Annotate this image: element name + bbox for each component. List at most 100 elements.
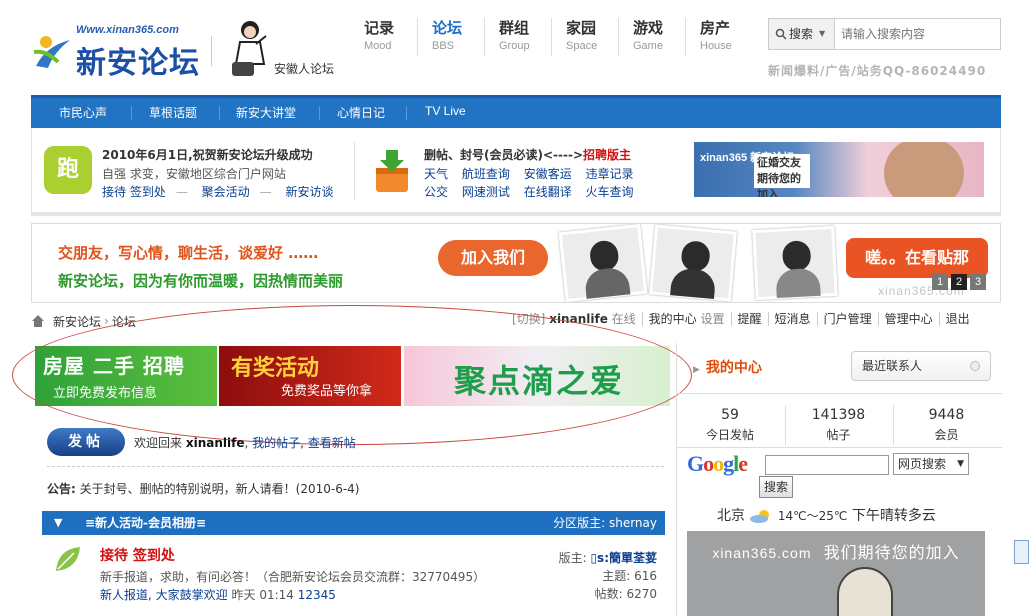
notice-links-2a: 天气 航班查询 安徽客运 违章记录 [424,165,644,182]
portal-admin-link[interactable]: 门户管理 [816,312,878,326]
classifieds-ad-tile[interactable]: 房屋 二手 招聘 立即免费发布信息 [35,346,217,406]
link-coach[interactable]: 安徽客运 [524,167,572,181]
link-meetup[interactable]: 聚会活动 [202,185,250,199]
topnav-house[interactable]: 房产 House [685,18,752,56]
google-search-button[interactable]: 搜索 [759,476,793,498]
section-title: ≡新人活动-会员相册≡ [85,516,207,530]
topnav-mood[interactable]: 记录 Mood [350,18,417,56]
username[interactable]: xinanlife [549,312,608,326]
topnav-group-cn: 群组 [499,19,530,37]
link-dash: — [259,185,272,199]
topnav-bbs[interactable]: 论坛 BBS [417,18,484,56]
search-input[interactable] [835,19,1000,49]
link-checkin[interactable]: 接待 签到处 [102,185,166,199]
section-moderator[interactable]: 分区版主: shernay [553,511,657,535]
site-logo[interactable]: Www.xinan365.com 新安论坛 [32,22,212,80]
banner-photo [558,224,648,302]
reminder-link[interactable]: 提醒 [730,312,768,326]
search-type-select[interactable]: 搜索 ▼ [769,19,835,49]
google-select-label: 网页搜索 [898,457,947,471]
stat-value: 141398 [811,407,866,423]
home-icon[interactable] [31,314,45,328]
announce-label: 公告: [47,482,76,496]
topnav-space[interactable]: 家园 Space [551,18,618,56]
search-type-label: 搜索 [789,27,814,41]
cloud-sun-icon [750,510,770,523]
topnav-game[interactable]: 游戏 Game [618,18,685,56]
weather-desc: 下午晴转多云 [851,508,936,524]
my-center-heading[interactable]: ▶ 我的中心 [693,357,762,377]
settings-link[interactable]: 设置 [701,312,725,326]
topnav-space-cn: 家园 [566,19,597,37]
google-logo: Google [687,451,748,476]
forum-name[interactable]: 接待 签到处 [100,545,175,565]
welcome-user[interactable]: xinanlife [186,436,245,450]
menu-item-lecture[interactable]: 新安大讲堂 [236,104,296,121]
link-weather[interactable]: 天气 [424,167,448,181]
new-posts-link[interactable]: 查看新帖 [308,436,356,450]
join-ad-slogan: 我们期待您的加入 [823,543,960,562]
my-center-link[interactable]: 我的中心 [649,312,697,326]
last-post-id[interactable]: 12345 [298,588,336,602]
breadcrumb-home[interactable]: 新安论坛 [53,313,101,330]
menu-item-diary[interactable]: 心情日记 [337,104,385,121]
stat-label: 会员 [934,428,959,442]
announcement: 公告: 关于封号、删帖的特别说明，新人请看！(2010-6-4) [47,480,359,497]
stat-label: 帖子 [826,428,851,442]
link-speedtest[interactable]: 网速测试 [462,185,510,199]
ad-photo [884,142,964,197]
menu-item-citizen-voice[interactable]: 市民心声 [59,104,107,121]
logout-link[interactable]: 退出 [938,312,976,326]
topnav-group[interactable]: 群组 Group [484,18,551,56]
messages-link[interactable]: 短消息 [767,312,817,326]
side-float-button[interactable] [1014,540,1029,564]
link-interview[interactable]: 新安访谈 [286,185,334,199]
google-search-type-select[interactable]: 网页搜索 ▼ [893,453,969,475]
menu-item-grassroots[interactable]: 草根话题 [149,104,197,121]
new-post-button[interactable]: 发帖 [47,428,125,456]
link-translate[interactable]: 在线翻译 [524,185,572,199]
notice-links-1: 接待 签到处 — 聚会活动 — 新安访谈 [102,183,344,200]
menu-divider [406,106,407,120]
dating-ad-banner[interactable]: xinan365 新安论坛 征婚交友 期待您的加入 [694,142,984,197]
subforum-link[interactable]: 新人报道 [100,588,148,602]
mascot-icon [232,21,267,76]
link-dash: — [175,185,188,199]
link-bus[interactable]: 公交 [424,185,448,199]
charity-ad-tile[interactable]: 聚点滴之爱 [404,346,670,406]
anhui-forum-logo[interactable]: 安徽人论坛 [226,16,336,82]
join-ad-image[interactable]: xinan365.com 我们期待您的加入 [687,531,985,616]
link-flight[interactable]: 航班查询 [462,167,510,181]
join-us-button[interactable]: 加入我们 [438,240,548,276]
last-post-link[interactable]: 大家鼓掌欢迎 [156,588,228,602]
link-train[interactable]: 火车查询 [586,185,634,199]
switch-link[interactable]: [切换] [512,312,545,326]
looking-posts-button[interactable]: 嗟。。在看贴那 [846,238,988,278]
menu-item-tv-live[interactable]: TV Live [425,104,466,118]
banner-page-2[interactable]: 2 [951,274,967,290]
weather-widget: 北京 14℃～25℃ 下午晴转多云 [717,505,936,525]
admin-center-link[interactable]: 管理中心 [877,312,939,326]
breadcrumb-sep: › [104,314,109,328]
recruit-moderator-link[interactable]: 招聘版主 [583,148,631,162]
breadcrumb-current: 论坛 [111,314,136,329]
moderator-name[interactable]: ▯s:簡單荃荽 [590,551,657,565]
banner-page-3[interactable]: 3 [970,274,986,290]
notice-line-1: 自强 求变，安徽地区综合门户网站 [102,167,286,181]
online-status[interactable]: 在线 [612,312,636,326]
stat-value: 59 [721,407,739,423]
collapse-icon[interactable]: ▼ [54,511,62,535]
recent-contacts-button[interactable]: 最近联系人 [851,351,991,381]
banner-page-1[interactable]: 1 [932,274,948,290]
topnav-game-en: Game [633,40,663,52]
forum-moderator: 版主: ▯s:簡單荃荽 [559,549,657,567]
prize-event-ad-tile[interactable]: 有奖活动 免费奖品等你拿 [219,346,401,406]
link-violation[interactable]: 违章记录 [586,167,634,181]
google-search-input[interactable] [765,455,889,475]
promo-banner: 交朋友，写心情，聊生活，谈爱好 …… 新安论坛，因为有你而温暖，因热情而美丽 加… [31,223,1001,303]
notice-title-2a[interactable]: 删帖、封号(会员必读)<----> [424,148,583,162]
my-posts-link[interactable]: 我的帖子 [252,436,300,450]
announce-text[interactable]: 关于封号、删帖的特别说明，新人请看！(2010-6-4) [80,482,360,496]
notice-title-1[interactable]: 2010年6月1日,祝贺新安论坛升级成功 [102,146,313,163]
section-header[interactable]: ▼ ≡新人活动-会员相册≡ 分区版主: shernay [42,511,665,535]
